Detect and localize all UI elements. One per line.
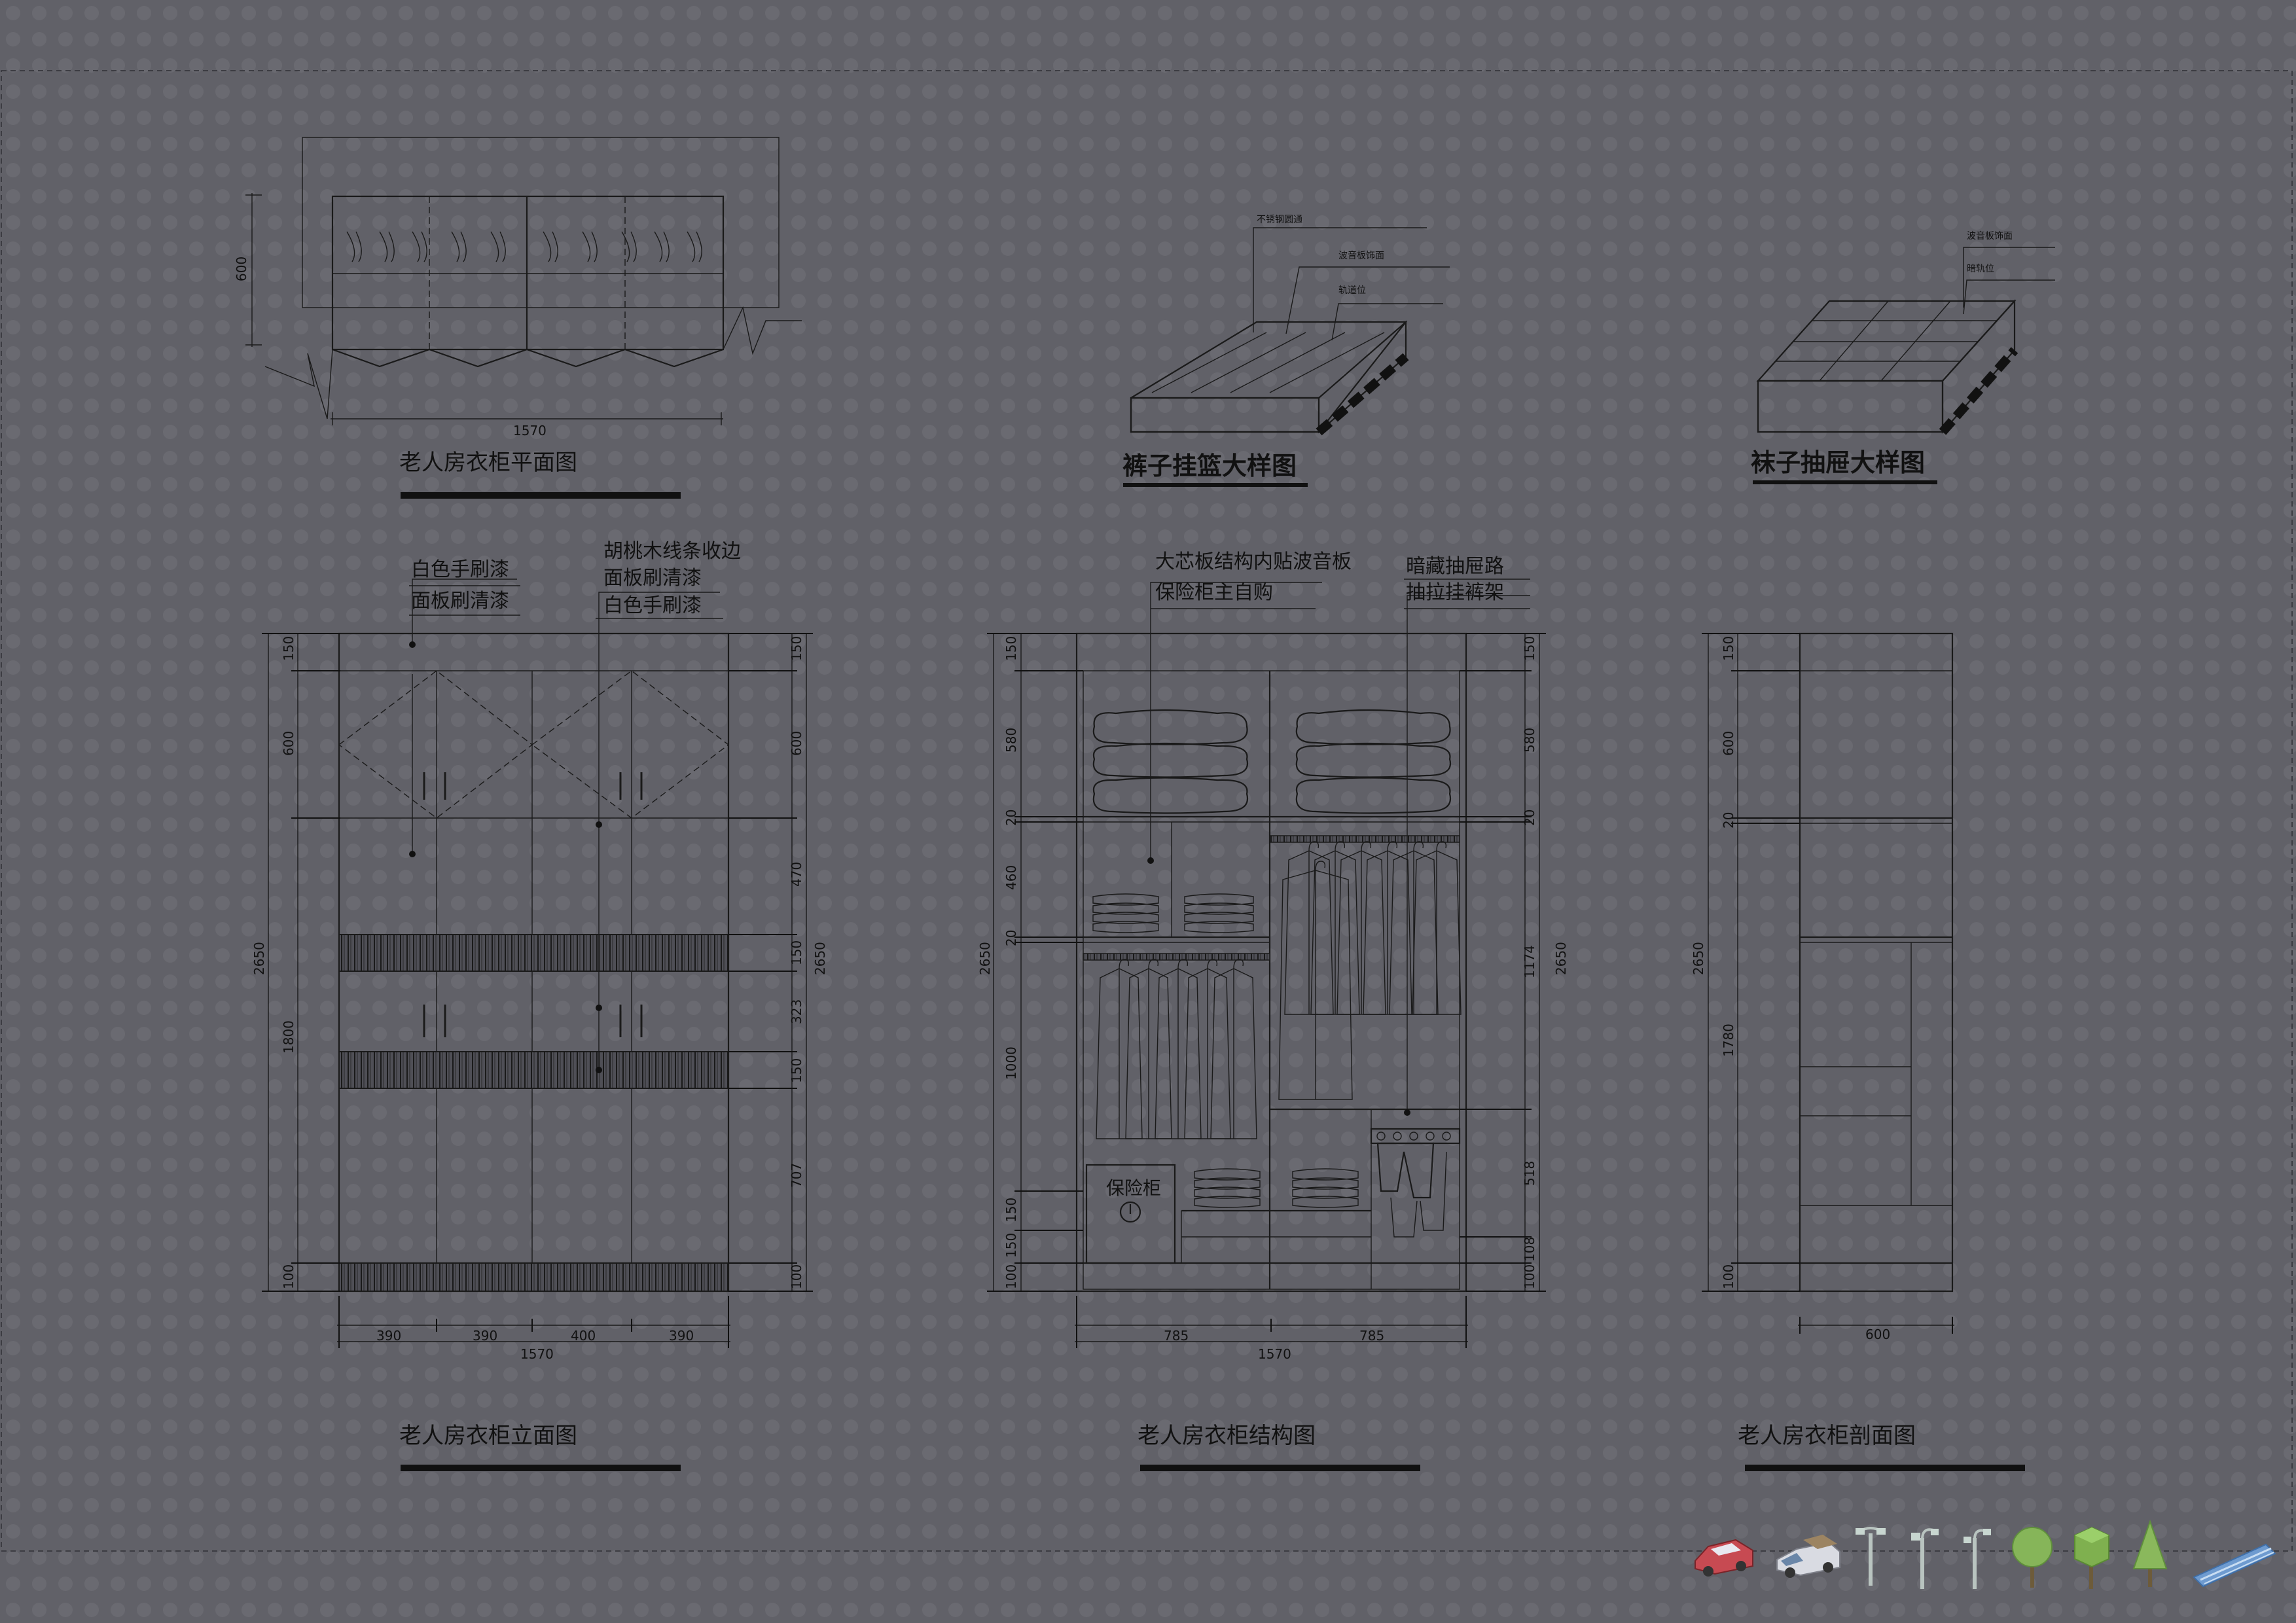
elevation-right-total: 2650 bbox=[812, 942, 828, 975]
paper-background bbox=[0, 0, 2296, 1623]
elevation-left-dim-4: 100 bbox=[281, 1264, 296, 1289]
structure-left-dim-5: 20 bbox=[1003, 930, 1019, 946]
section-title: 老人房衣柜剖面图 bbox=[1738, 1423, 1916, 1449]
elevation-bottom-dim-1: 390 bbox=[376, 1328, 401, 1344]
elevation-title-underline bbox=[401, 1465, 681, 1471]
elevation-note-right-3: 白色手刷漆 bbox=[603, 594, 702, 617]
elevation-right-dim-8: 100 bbox=[789, 1264, 804, 1289]
sock-drawer-title: 袜子抽屉大样图 bbox=[1751, 448, 1925, 477]
elevation-right-dim-1: 150 bbox=[789, 636, 804, 661]
section-left-total: 2650 bbox=[1691, 942, 1706, 975]
structure-title-underline bbox=[1140, 1465, 1420, 1471]
structure-note-left-1: 大芯板结构内贴波音板 bbox=[1155, 550, 1352, 573]
structure-right-dim-4: 1174 bbox=[1522, 945, 1537, 978]
section-left-dim-4: 1780 bbox=[1721, 1024, 1736, 1057]
elevation-bottom-dim-3: 400 bbox=[571, 1328, 596, 1344]
elevation-right-dim-2: 600 bbox=[789, 731, 804, 756]
structure-right-total: 2650 bbox=[1553, 942, 1569, 975]
plan-width-dim: 1570 bbox=[513, 423, 547, 438]
elevation-title: 老人房衣柜立面图 bbox=[399, 1423, 577, 1449]
walnut-trim-band bbox=[338, 934, 729, 972]
structure-right-dim-5: 518 bbox=[1522, 1161, 1537, 1186]
section-left-dim-3: 20 bbox=[1721, 812, 1736, 829]
structure-left-dim-8: 150 bbox=[1003, 1233, 1019, 1258]
walnut-trim-band bbox=[338, 1051, 729, 1089]
sock-drawer-note-1: 波音板饰面 bbox=[1967, 230, 2013, 241]
elevation-note-right-1: 胡桃木线条收边 bbox=[603, 540, 741, 563]
section-bottom-dim: 600 bbox=[1865, 1327, 1890, 1342]
pants-basket-title: 裤子挂篮大样图 bbox=[1122, 451, 1297, 480]
structure-left-dim-7: 150 bbox=[1003, 1198, 1019, 1222]
pants-basket-note-2: 波音板饰面 bbox=[1338, 250, 1384, 261]
elevation-note-left-2: 面板刷清漆 bbox=[411, 590, 509, 613]
hanging-rod bbox=[1269, 835, 1460, 843]
elevation-left-total: 2650 bbox=[251, 942, 267, 975]
elevation-right-dim-6: 150 bbox=[789, 1058, 804, 1083]
elevation-note-left-1: 白色手刷漆 bbox=[411, 558, 509, 581]
structure-left-dim-4: 460 bbox=[1003, 865, 1019, 890]
structure-right-dim-1: 150 bbox=[1522, 636, 1537, 661]
pants-basket-note-1: 不锈钢圆通 bbox=[1257, 215, 1302, 225]
section-title-underline bbox=[1745, 1465, 2025, 1471]
section-left-dim-1: 150 bbox=[1721, 636, 1736, 661]
safe-label: 保险柜 bbox=[1106, 1177, 1161, 1199]
elevation-bottom-dim-4: 390 bbox=[669, 1328, 694, 1344]
pants-basket-title-underline bbox=[1123, 483, 1308, 487]
plan-depth-dim: 600 bbox=[234, 257, 249, 281]
hanging-rod bbox=[1083, 953, 1270, 961]
elevation-left-dim-2: 600 bbox=[281, 731, 296, 756]
elevation-note-right-2: 面板刷清漆 bbox=[603, 567, 702, 590]
structure-bottom-dim-2: 785 bbox=[1359, 1328, 1384, 1344]
structure-left-dim-3: 20 bbox=[1003, 810, 1019, 826]
structure-note-right-1: 暗藏抽屉路 bbox=[1406, 555, 1504, 578]
structure-bottom-dim-1: 785 bbox=[1164, 1328, 1189, 1344]
structure-right-dim-3: 20 bbox=[1522, 810, 1537, 826]
structure-note-right-2: 抽拉挂裤架 bbox=[1406, 581, 1504, 604]
pants-basket-note-3: 轨道位 bbox=[1338, 285, 1366, 296]
elevation-bottom-dim-2: 390 bbox=[473, 1328, 497, 1344]
structure-left-dim-6: 1000 bbox=[1003, 1046, 1019, 1080]
elevation-left-dim-1: 150 bbox=[281, 636, 296, 661]
structure-left-total: 2650 bbox=[977, 942, 993, 975]
section-left-dim-5: 100 bbox=[1721, 1264, 1736, 1289]
structure-right-dim-6: 108 bbox=[1522, 1237, 1537, 1262]
structure-note-left-2: 保险柜主自购 bbox=[1155, 581, 1273, 604]
plan-title-underline bbox=[401, 492, 681, 499]
elevation-right-dim-5: 323 bbox=[789, 999, 804, 1024]
elevation-left-dim-3: 1800 bbox=[281, 1020, 296, 1054]
structure-left-dim-1: 150 bbox=[1003, 636, 1019, 661]
walnut-trim-band bbox=[338, 1262, 729, 1292]
elevation-right-dim-7: 707 bbox=[789, 1163, 804, 1188]
elevation-right-dim-3: 470 bbox=[789, 862, 804, 887]
elevation-bottom-total: 1570 bbox=[520, 1346, 554, 1362]
sock-drawer-note-2: 暗轨位 bbox=[1967, 264, 1994, 274]
sock-drawer-title-underline bbox=[1753, 480, 1937, 484]
structure-right-dim-7: 100 bbox=[1522, 1264, 1537, 1289]
structure-right-dim-2: 580 bbox=[1522, 728, 1537, 753]
section-left-dim-2: 600 bbox=[1721, 731, 1736, 756]
plan-title: 老人房衣柜平面图 bbox=[399, 450, 577, 476]
structure-left-dim-9: 100 bbox=[1003, 1264, 1019, 1289]
drawing-sheet: 600 1570 老人房衣柜平面图 不锈钢圆通 波音板饰面 轨道位 裤子挂篮大样… bbox=[0, 0, 2296, 1623]
elevation-right-dim-4: 150 bbox=[789, 940, 804, 965]
structure-left-dim-2: 580 bbox=[1003, 728, 1019, 753]
structure-bottom-total: 1570 bbox=[1258, 1346, 1291, 1362]
structure-title: 老人房衣柜结构图 bbox=[1138, 1423, 1316, 1449]
